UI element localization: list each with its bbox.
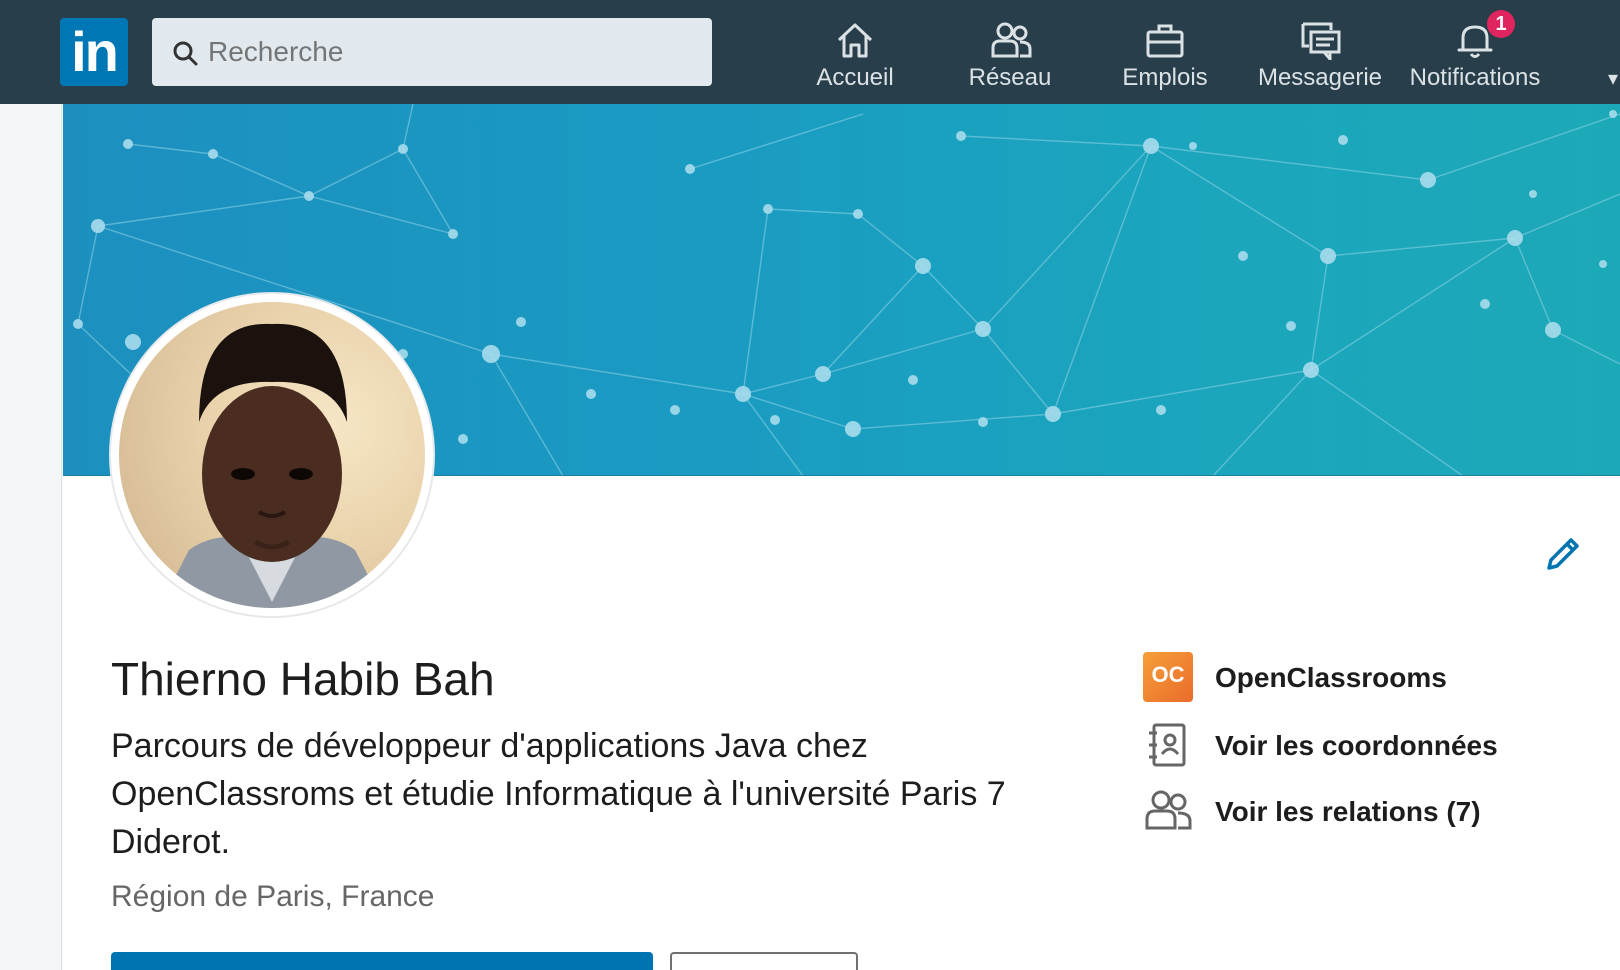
nav-label: Emplois: [1122, 64, 1208, 91]
contact-card-icon: [1149, 723, 1186, 767]
nav-label: Accueil: [816, 64, 894, 91]
more-chevron-icon[interactable]: ▾: [1608, 66, 1618, 91]
nav-item-emplois[interactable]: Emplois: [1085, 0, 1245, 104]
profile-photo-image: [119, 302, 425, 608]
home-icon: [837, 23, 873, 58]
linkedin-logo[interactable]: in: [60, 18, 128, 86]
nav-label: Messagerie: [1257, 64, 1383, 91]
contact-info-label: Voir les coordonnées: [1215, 730, 1498, 761]
profile-photo[interactable]: [111, 294, 433, 616]
top-navigation-bar: in Accueil Réseau Emplois: [0, 0, 1620, 104]
nav-item-accueil[interactable]: Accueil: [775, 0, 935, 104]
search-icon: [173, 41, 198, 66]
nav-label: Réseau: [968, 64, 1052, 91]
nav-item-notifications[interactable]: 1 Notifications: [1395, 0, 1555, 104]
notification-count-badge: 1: [1487, 10, 1515, 38]
nav-item-reseau[interactable]: Réseau: [930, 0, 1090, 104]
briefcase-icon: [1146, 24, 1184, 58]
edit-profile-pencil-icon[interactable]: [1543, 534, 1583, 579]
profile-card: Thierno Habib Bah Parcours de développeu…: [63, 104, 1620, 970]
profile-headline: Parcours de développeur d'applications J…: [111, 727, 1006, 861]
openclassrooms-logo: OC: [1143, 652, 1193, 702]
company-name: OpenClassrooms: [1215, 662, 1447, 693]
connections-people-icon: [1145, 790, 1192, 830]
messaging-icon: [1301, 22, 1341, 60]
primary-action-button[interactable]: [111, 952, 653, 970]
network-icon: [991, 22, 1032, 58]
search-input[interactable]: [208, 30, 688, 74]
nav-item-messagerie[interactable]: Messagerie: [1240, 0, 1400, 104]
profile-location: Région de Paris, France: [111, 880, 435, 913]
left-gutter: [0, 104, 62, 970]
secondary-action-button[interactable]: [670, 952, 858, 970]
profile-name: Thierno Habib Bah: [111, 653, 495, 705]
search-box[interactable]: [152, 18, 712, 86]
connections-label: Voir les relations (7): [1215, 796, 1481, 827]
portrait-illustration: [159, 323, 385, 608]
nav-label: Notifications: [1409, 64, 1541, 91]
